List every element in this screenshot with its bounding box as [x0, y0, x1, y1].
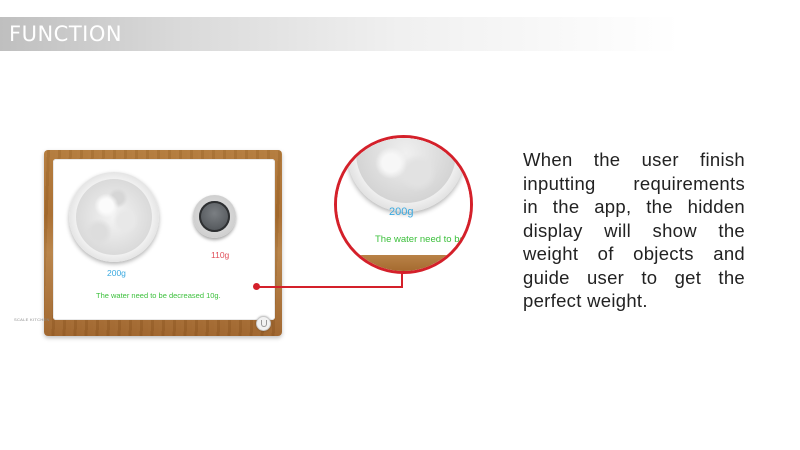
description-line: display will show the — [523, 219, 745, 241]
zoom-callout-circle: 200g The water need to be — [334, 135, 473, 274]
scale-brand-label: SCALE KITCHEN — [14, 317, 50, 322]
callout-leader-horizontal — [258, 286, 403, 288]
zoom-flour-weight-readout: 200g — [389, 206, 414, 218]
description-line: guide user to get the — [523, 266, 745, 288]
section-header-band: FUNCTION — [0, 17, 800, 51]
flour-bowl-image — [69, 172, 159, 262]
guidance-message: The water need to be decreased 10g. — [96, 291, 221, 300]
zoom-flour-content — [356, 138, 456, 203]
power-knob-icon — [256, 316, 271, 331]
water-weight-readout: 110g — [211, 250, 230, 260]
description-line: in the app, the hidden — [523, 196, 745, 217]
section-title: FUNCTION — [9, 22, 123, 46]
function-description: When the user finish inputting requireme… — [523, 148, 745, 313]
water-cup-image — [193, 195, 236, 238]
description-line: weight of objects and — [523, 243, 745, 264]
description-line: When the user finish — [523, 149, 745, 170]
zoom-guidance-message: The water need to be — [375, 234, 465, 245]
zoom-wood-frame — [337, 255, 470, 271]
description-line: inputting requirements — [523, 172, 745, 194]
flour-content — [76, 179, 152, 255]
flour-weight-readout: 200g — [107, 268, 126, 278]
water-content — [199, 201, 230, 232]
description-line: perfect weight. — [523, 290, 648, 311]
